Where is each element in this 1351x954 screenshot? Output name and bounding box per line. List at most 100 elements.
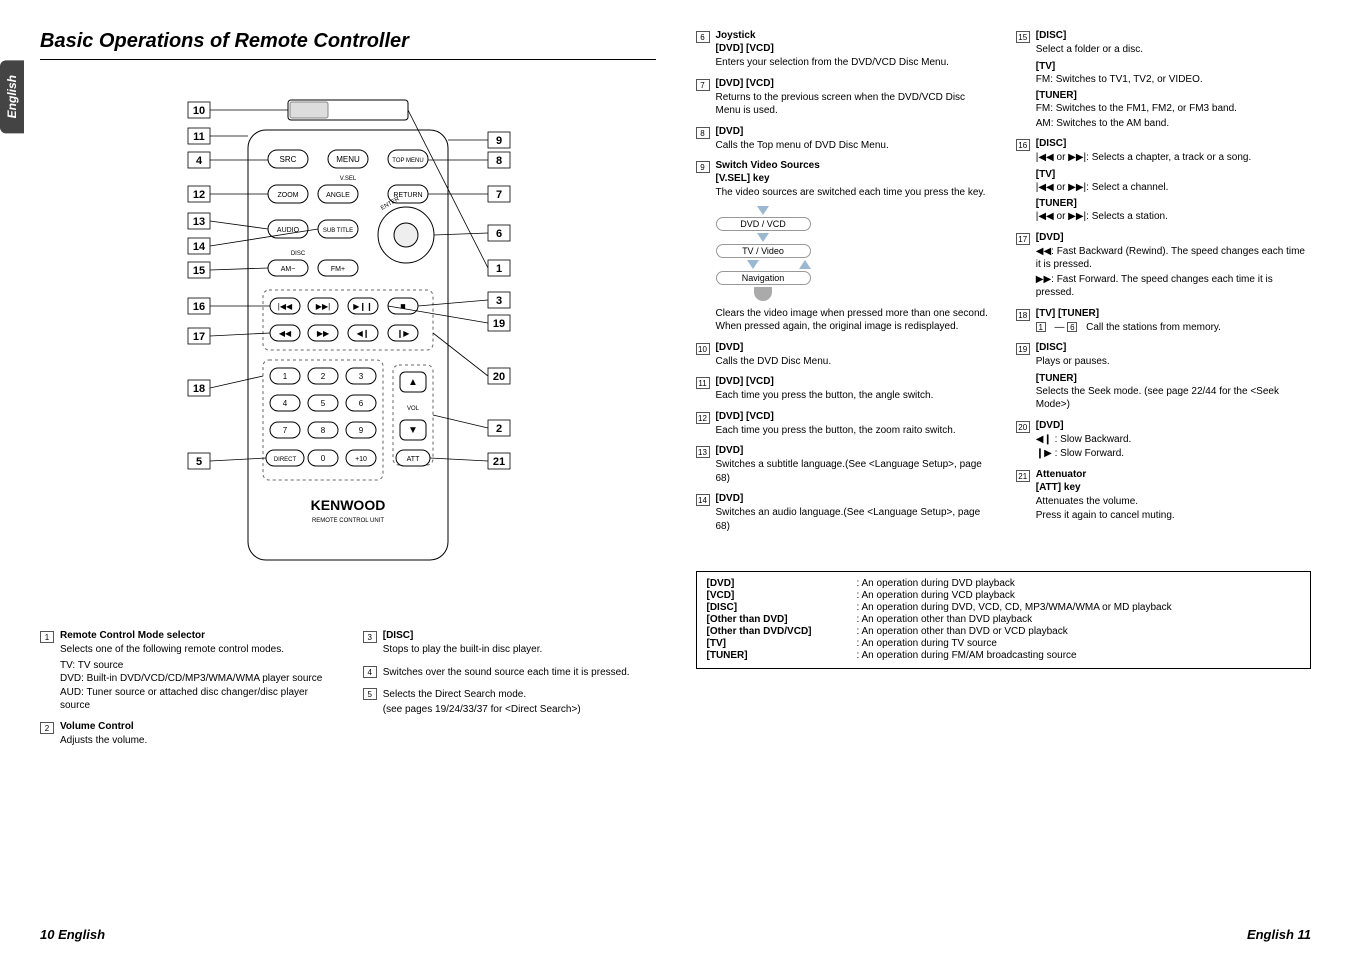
slow-fwd-icon[interactable]: ❙▶ — [396, 329, 410, 338]
callout-num: 6 — [696, 31, 710, 43]
svg-text:10: 10 — [193, 105, 205, 117]
subtitle-button[interactable]: SUB TITLE — [323, 228, 353, 234]
item-text: Selects the Direct Search mode. — [383, 688, 656, 702]
item-title: [DISC] — [1036, 30, 1311, 41]
item-subtitle: [TUNER] — [1036, 90, 1311, 101]
item-title: [DVD] [VCD] — [716, 78, 991, 89]
item-title: [DVD] — [716, 493, 991, 504]
list-item: DVD: Built-in DVD/VCD/CD/MP3/WMA/WMA pla… — [60, 672, 333, 686]
seq-end-icon — [754, 287, 772, 301]
src-button[interactable]: SRC — [279, 155, 296, 164]
svg-text:18: 18 — [193, 383, 205, 395]
slow-back-icon[interactable]: ◀❙ — [356, 329, 369, 338]
item-title: Attenuator — [1036, 469, 1311, 480]
item-2: 2 Volume Control Adjusts the volume. — [40, 721, 333, 748]
disc-down-icon[interactable]: ▼ — [408, 425, 418, 436]
item-title: Joystick — [716, 30, 991, 41]
item-3: 3 [DISC] Stops to play the built-in disc… — [363, 630, 656, 657]
item-text: ◀❙ : Slow Backward. — [1036, 433, 1311, 447]
am-minus-button[interactable]: AM− — [280, 266, 295, 273]
item-text: |◀◀ or ▶▶|: Selects a station. — [1036, 210, 1311, 224]
legend-row: [TUNER]: An operation during FM/AM broad… — [707, 650, 1301, 661]
item-1: 1 Remote Control Mode selector Selects o… — [40, 630, 333, 713]
item-1-list: TV: TV source DVD: Built-in DVD/VCD/CD/M… — [60, 659, 333, 713]
stop-icon[interactable]: ■ — [400, 301, 405, 311]
item-text: Calls the Top menu of DVD Disc Menu. — [716, 139, 991, 153]
svg-text:3: 3 — [496, 295, 502, 307]
item-text: The video sources are switched each time… — [716, 186, 991, 200]
svg-text:21: 21 — [493, 456, 505, 468]
svg-text:8: 8 — [496, 155, 502, 167]
right-page: 6 Joystick [DVD] [VCD] Enters your selec… — [676, 0, 1351, 954]
legend-row: [TV]: An operation during TV source — [707, 638, 1301, 649]
inline-numbox: 1 — [1036, 322, 1046, 332]
direct-button[interactable]: DIRECT — [274, 457, 297, 463]
next-track-icon[interactable]: ▶▶| — [316, 302, 330, 311]
item-10: 10 [DVD] Calls the DVD Disc Menu. — [696, 342, 991, 369]
rewind-icon[interactable]: ◀◀ — [279, 329, 292, 338]
callout-num: 3 — [363, 631, 377, 643]
callout-num: 4 — [363, 666, 377, 678]
callout-num: 16 — [1016, 139, 1030, 151]
video-source-sequence: DVD / VCD TV / Video Navigation — [716, 206, 811, 301]
fm-plus-button[interactable]: FM+ — [331, 266, 345, 273]
legend-box: [DVD]: An operation during DVD playback … — [696, 571, 1312, 669]
att-button[interactable]: ATT — [406, 456, 419, 463]
remote-svg: SRC MENU TOP MENU V.SEL ZOOM ANGLE RETUR… — [138, 80, 558, 600]
callout-num: 17 — [1016, 233, 1030, 245]
disc-label: DISC — [291, 251, 306, 257]
legend-key: [TUNER] — [707, 650, 857, 661]
item-5: 5 Selects the Direct Search mode. (see p… — [363, 687, 656, 716]
brand-label: KENWOOD — [310, 497, 385, 513]
legend-key: [Other than DVD/VCD] — [707, 626, 857, 637]
legend-key: [Other than DVD] — [707, 614, 857, 625]
item-text: Selects the Seek mode. (see page 22/44 f… — [1036, 385, 1311, 412]
svg-text:7: 7 — [496, 189, 502, 201]
page-container: English Basic Operations of Remote Contr… — [0, 0, 1351, 954]
item-14: 14 [DVD] Switches an audio language.(See… — [696, 493, 991, 533]
svg-text:9: 9 — [496, 135, 502, 147]
angle-button[interactable]: ANGLE — [326, 192, 350, 199]
item-title: [DVD] — [716, 126, 991, 137]
callout-num: 9 — [696, 161, 710, 173]
page-title: Basic Operations of Remote Controller — [40, 30, 656, 53]
topmenu-button[interactable]: TOP MENU — [392, 158, 423, 164]
legend-row: [Other than DVD/VCD]: An operation other… — [707, 626, 1301, 637]
svg-text:6: 6 — [496, 228, 502, 240]
audio-button[interactable]: AUDIO — [277, 227, 300, 234]
svg-text:+10: +10 — [355, 456, 367, 463]
seq-box: Navigation — [716, 271, 811, 285]
item-text: FM: Switches to the FM1, FM2, or FM3 ban… — [1036, 102, 1311, 116]
seq-box: TV / Video — [716, 244, 811, 258]
svg-text:15: 15 — [193, 265, 205, 277]
svg-text:5: 5 — [196, 456, 202, 468]
item-text: Each time you press the button, the angl… — [716, 389, 991, 403]
fastfwd-icon[interactable]: ▶▶ — [317, 329, 330, 338]
zoom-button[interactable]: ZOOM — [277, 192, 298, 199]
svg-text:14: 14 — [193, 241, 206, 253]
callout-num: 11 — [696, 377, 710, 389]
svg-text:2: 2 — [321, 372, 326, 381]
vsel-label: V.SEL — [340, 176, 357, 182]
prev-track-icon[interactable]: |◀◀ — [278, 302, 293, 311]
disc-up-icon[interactable]: ▲ — [408, 377, 418, 388]
item-text: Calls the DVD Disc Menu. — [716, 355, 991, 369]
brand-subtitle: REMOTE CONTROL UNIT — [312, 518, 384, 524]
legend-key: [DVD] — [707, 578, 857, 589]
svg-text:13: 13 — [193, 216, 205, 228]
item-title: [DVD] [VCD] — [716, 411, 991, 422]
menu-button[interactable]: MENU — [336, 155, 360, 164]
svg-text:2: 2 — [496, 423, 502, 435]
language-tab: English — [0, 60, 24, 133]
item-text: Stops to play the built-in disc player. — [383, 643, 656, 657]
play-pause-icon[interactable]: ▶❙❙ — [353, 302, 373, 311]
callout-num: 19 — [1016, 343, 1030, 355]
svg-text:7: 7 — [283, 426, 288, 435]
item-13: 13 [DVD] Switches a subtitle language.(S… — [696, 445, 991, 485]
item-text: Press it again to cancel muting. — [1036, 509, 1311, 523]
item-text: Returns to the previous screen when the … — [716, 91, 991, 118]
svg-text:9: 9 — [359, 426, 364, 435]
page-number-left: 10 English — [40, 927, 105, 942]
item-subtitle: [TUNER] — [1036, 373, 1311, 384]
item-19: 19 [DISC] Plays or pauses. [TUNER] Selec… — [1016, 342, 1311, 412]
